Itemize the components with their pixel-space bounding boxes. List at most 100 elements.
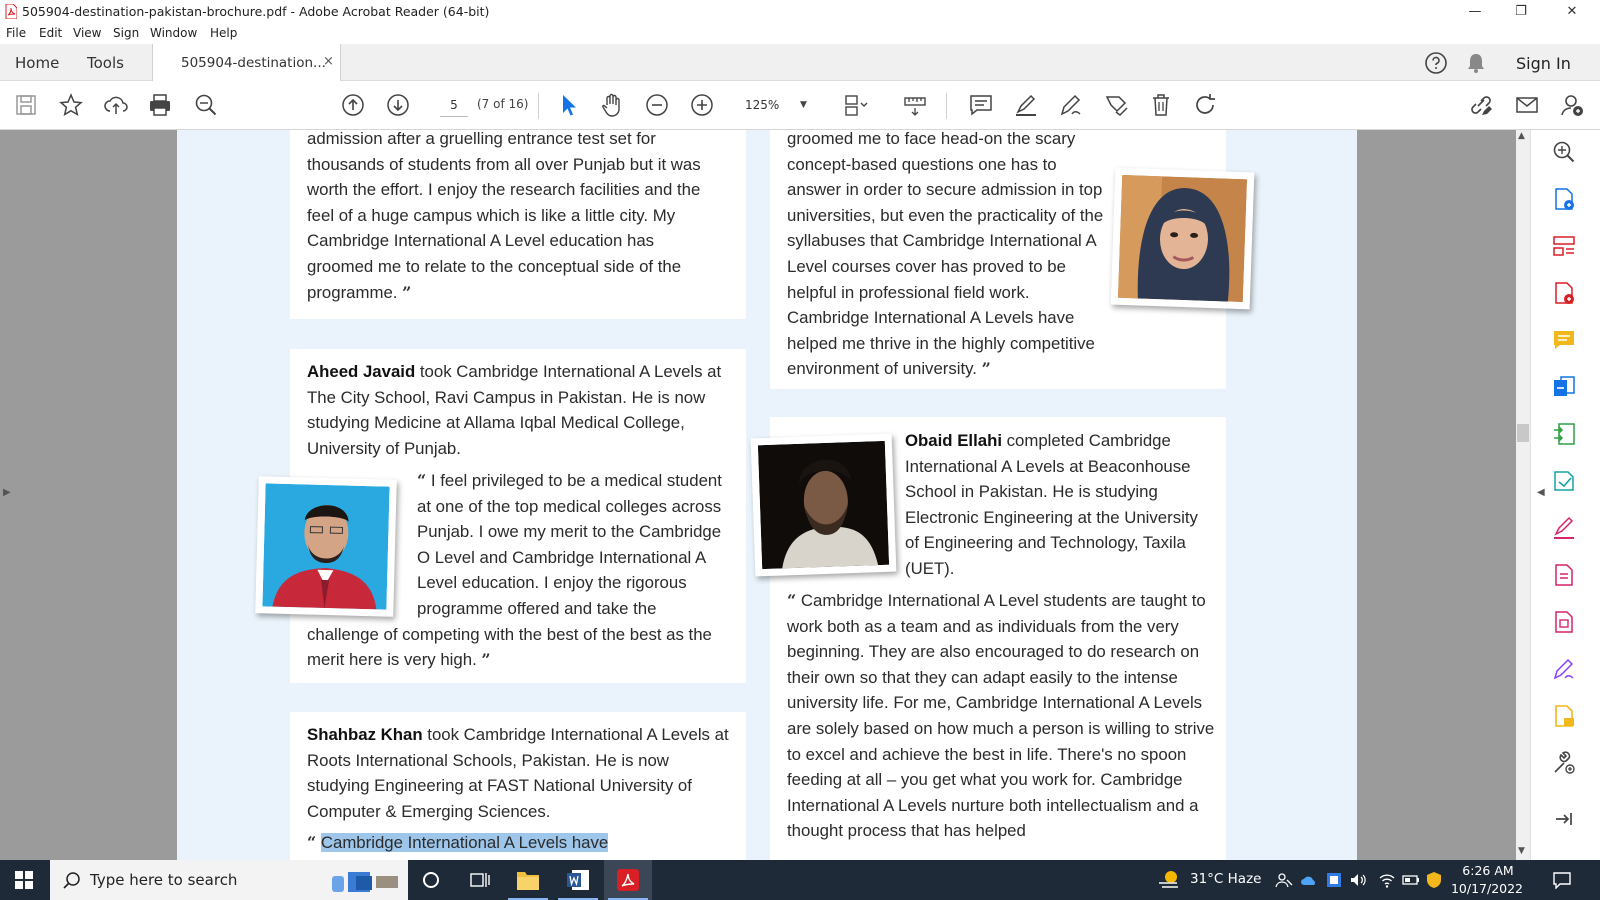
delete-trash-icon[interactable]: [1148, 92, 1174, 118]
send-for-review-icon[interactable]: [1551, 468, 1577, 494]
battery-icon[interactable]: [1402, 871, 1420, 889]
hand-tool-icon[interactable]: [599, 92, 625, 118]
title-bar: 505904-destination-pakistan-brochure.pdf…: [0, 0, 1600, 24]
minimize-button[interactable]: —: [1452, 0, 1498, 24]
restore-button[interactable]: ❐: [1498, 0, 1544, 24]
menu-help[interactable]: Help: [210, 26, 237, 40]
highlight-pen-icon[interactable]: [1013, 92, 1039, 118]
bookmark-star-icon[interactable]: [58, 92, 84, 118]
previous-page-icon[interactable]: [340, 92, 366, 118]
notifications-bell-icon[interactable]: [1465, 52, 1487, 74]
sign-in-button[interactable]: Sign In: [1516, 54, 1571, 73]
student-photo-female: [1110, 167, 1255, 310]
taskbar-date[interactable]: 10/17/2022: [1449, 881, 1525, 896]
student-name: Obaid Ellahi: [905, 431, 1002, 450]
right-pane-toggle-icon[interactable]: ◀: [1537, 487, 1545, 498]
scroll-down-icon[interactable]: ▼: [1518, 846, 1525, 856]
scroll-up-icon[interactable]: ▲: [1518, 131, 1525, 141]
tab-tools[interactable]: Tools: [87, 54, 124, 72]
fill-sign-icon[interactable]: [1551, 515, 1577, 541]
combine-files-icon[interactable]: [1551, 374, 1577, 400]
student-photo-obaid: [750, 433, 897, 577]
taskbar-time[interactable]: 6:26 AM: [1462, 863, 1514, 878]
toolbar-divider: [946, 93, 947, 119]
volume-icon[interactable]: [1349, 871, 1367, 889]
search-zoom-icon[interactable]: [193, 92, 219, 118]
student-name: Aheed Javaid: [307, 362, 416, 381]
request-signature-icon[interactable]: [1551, 609, 1577, 635]
sign-pen-icon[interactable]: [1551, 656, 1577, 682]
stamp-tag-icon[interactable]: [1104, 92, 1130, 118]
prepare-form-icon[interactable]: [1551, 703, 1577, 729]
word-app-icon[interactable]: [554, 860, 602, 900]
menu-window[interactable]: Window: [150, 26, 197, 40]
draw-pencil-icon[interactable]: [1058, 92, 1084, 118]
menu-edit[interactable]: Edit: [39, 26, 62, 40]
wifi-icon[interactable]: [1378, 871, 1396, 889]
menu-view[interactable]: View: [73, 26, 101, 40]
student-intro: Shahbaz Khan took Cambridge Internationa…: [307, 725, 729, 821]
more-tools-icon[interactable]: [1551, 750, 1577, 776]
scrollbar-thumb[interactable]: [1517, 424, 1529, 442]
measure-ruler-icon[interactable]: [902, 92, 928, 118]
export-pdf-icon[interactable]: [1551, 280, 1577, 306]
print-icon[interactable]: [147, 92, 173, 118]
testimonial-text: admission after a gruelling entrance tes…: [307, 130, 701, 302]
defender-icon[interactable]: [1325, 871, 1343, 889]
taskbar-search-box[interactable]: Type here to search: [50, 860, 408, 900]
select-cursor-icon[interactable]: [555, 92, 581, 118]
page-number-input[interactable]: 5: [440, 93, 468, 117]
student-quote: “ Cambridge International A Levels have: [307, 833, 609, 852]
zoom-value: 125%: [745, 98, 780, 112]
left-pane-toggle-icon[interactable]: ▶: [3, 487, 11, 498]
edit-pdf-icon[interactable]: [1551, 562, 1577, 588]
email-icon[interactable]: [1514, 92, 1540, 118]
create-pdf-icon[interactable]: [1551, 186, 1577, 212]
page-display-icon[interactable]: [842, 92, 868, 118]
security-shield-icon[interactable]: [1425, 871, 1443, 889]
weather-text[interactable]: 31°C Haze: [1190, 871, 1261, 887]
compress-pdf-icon[interactable]: [1551, 421, 1577, 447]
cloud-sync-icon[interactable]: [1300, 871, 1318, 889]
tab-bar: Home Tools 505904-destination... × Sign …: [0, 44, 1600, 81]
help-icon[interactable]: [1424, 51, 1448, 75]
share-link-icon[interactable]: [1468, 92, 1494, 118]
vertical-scrollbar[interactable]: [1516, 130, 1530, 860]
pdf-file-icon: [5, 4, 17, 19]
zoom-in-icon[interactable]: [689, 92, 715, 118]
student-quote: “ Cambridge International A Level studen…: [787, 591, 1215, 841]
notification-center-icon[interactable]: [1552, 871, 1572, 889]
people-icon[interactable]: [1275, 871, 1293, 889]
share-user-icon[interactable]: [1559, 92, 1585, 118]
zoom-search-icon[interactable]: [1551, 139, 1577, 165]
organize-pages-icon[interactable]: [1551, 233, 1577, 259]
student-intro: Aheed Javaid took Cambridge Internationa…: [307, 362, 722, 458]
toolbar: 5 (7 of 16) 125% ▼: [0, 81, 1600, 130]
acrobat-app-icon[interactable]: [604, 860, 652, 900]
zoom-out-icon[interactable]: [644, 92, 670, 118]
selected-text[interactable]: Cambridge International A Levels have: [320, 833, 609, 852]
search-placeholder: Type here to search: [90, 871, 238, 889]
collapse-pane-icon[interactable]: [1551, 806, 1577, 832]
weather-haze-icon: [1159, 871, 1178, 888]
file-explorer-icon[interactable]: [504, 860, 552, 900]
comment-tool-icon[interactable]: [1551, 327, 1577, 353]
next-page-icon[interactable]: [385, 92, 411, 118]
page-count: (7 of 16): [477, 97, 529, 111]
tab-home[interactable]: Home: [15, 54, 59, 72]
student-photo-aheed: [255, 476, 397, 617]
upload-cloud-icon[interactable]: [103, 92, 129, 118]
save-icon[interactable]: [13, 92, 39, 118]
menu-sign[interactable]: Sign: [113, 26, 139, 40]
menu-file[interactable]: File: [6, 26, 26, 40]
close-tab-button[interactable]: ×: [323, 54, 334, 69]
close-window-button[interactable]: ✕: [1547, 0, 1597, 24]
tab-document[interactable]: 505904-destination... ×: [152, 44, 341, 81]
comment-icon[interactable]: [968, 92, 994, 118]
cortana-icon[interactable]: [422, 871, 440, 889]
task-view-icon[interactable]: [470, 871, 490, 889]
zoom-level-select[interactable]: 125% ▼: [745, 93, 817, 117]
search-highlight-icon: [332, 872, 398, 892]
windows-start-icon[interactable]: [15, 871, 33, 889]
rotate-icon[interactable]: [1193, 92, 1219, 118]
